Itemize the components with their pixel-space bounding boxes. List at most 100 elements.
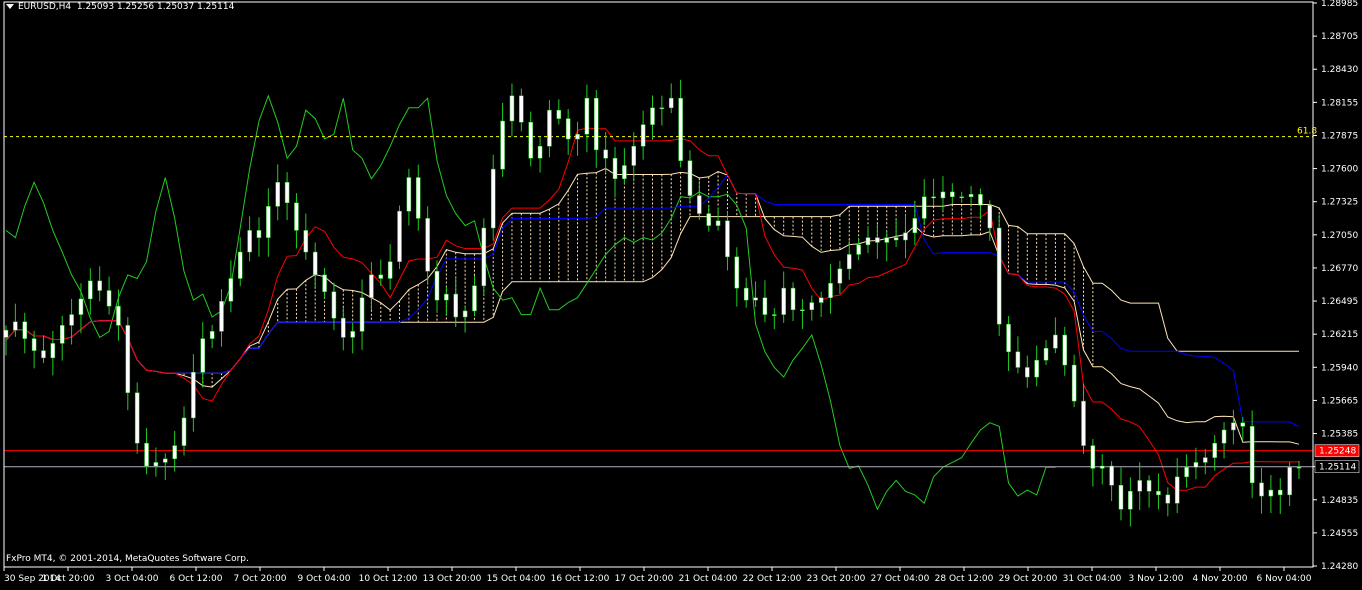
candle-body [987,204,993,229]
x-tick-label: 15 Oct 04:00 [487,574,546,584]
candle-body [697,195,702,214]
candle-body [275,182,280,207]
candle-body [350,331,355,338]
candle-body [837,268,843,284]
candle-body [387,261,393,279]
candle-body [640,124,646,147]
candle-body [1034,359,1039,378]
candle-body [237,251,243,279]
x-tick-label: 6 Oct 12:00 [170,574,223,584]
symbol-label: EURUSD,H4 [18,2,72,12]
candle-body [790,287,796,310]
candle-body [912,218,918,234]
symbol-header: EURUSD,H4 1.25093 1.25256 1.25037 1.2511… [6,2,234,12]
x-tick-label: 3 Nov 12:00 [1129,574,1184,584]
candle-body [509,95,515,122]
x-tick-label: 6 Nov 04:00 [1257,574,1312,584]
candle-body [818,297,824,303]
candle-body [266,206,271,238]
candle-body [1268,489,1274,497]
y-tick-label: 1.28155 [1321,98,1358,108]
candle-body [331,291,337,319]
candle-body [847,254,852,270]
candle-body [303,230,309,253]
candle-body [247,230,252,253]
candle-body [78,298,84,315]
candle-body [31,338,37,351]
candle-body [865,237,871,246]
candle-body [622,165,627,179]
candle-body [1296,466,1302,469]
candle-body [359,297,365,332]
price-chart[interactable]: 61.8 1.28985 1.28705 1.28430 1.28155 1.27875… [0,0,1362,586]
current-price-label: 1.25114 [1319,463,1356,473]
y-tick-label: 1.28430 [1321,65,1358,75]
candle-body [940,191,946,199]
candle-body [22,321,27,339]
candle-body [1015,351,1021,368]
candle-body [1259,482,1264,497]
candle-body [1203,457,1208,463]
candle-body [50,343,56,359]
candle-body [41,350,46,359]
candle-body [743,287,749,301]
candle-body [959,196,964,198]
candle-body [116,305,121,326]
candle-body [556,109,562,119]
candle-body [753,297,758,301]
candle-body [537,146,543,159]
candle-body [1006,323,1011,353]
candle-body [59,325,65,344]
candle-body [378,274,384,279]
candle-body [322,274,327,292]
y-tick-label: 1.26770 [1321,264,1358,274]
x-tick-label: 21 Oct 04:00 [679,574,738,584]
candle-body [1174,476,1180,504]
candle-body [1249,426,1255,484]
senkou-span-a [5,167,1300,445]
x-tick-label: 22 Oct 12:00 [743,574,802,584]
candle-body [978,194,983,206]
candle-body [1025,367,1030,378]
candle-body [3,329,9,338]
candle-body [950,191,955,197]
candle-body [528,121,533,159]
y-tick-label: 1.24280 [1321,562,1358,572]
candle-body [893,237,899,241]
candle-body [1184,466,1189,478]
tenkan-sen-line [5,127,1299,491]
x-tick-label: 23 Oct 20:00 [807,574,866,584]
candle-body [565,118,571,140]
candle-body [1221,429,1227,444]
senkou-span-b [5,204,1299,374]
dropdown-triangle-icon[interactable] [6,4,14,9]
x-tick-label: 17 Oct 20:00 [615,574,674,584]
y-tick-label: 1.27600 [1321,165,1358,175]
candle-body [125,325,131,393]
candle-body [294,202,299,231]
chart-window[interactable]: 61.8 1.28985 1.28705 1.28430 1.28155 1.27875… [0,0,1362,586]
plot-frame [3,1,1314,568]
x-tick-label: 28 Oct 12:00 [935,574,994,584]
candle-body [219,301,224,332]
candles [3,79,1302,527]
x-tick-label: 31 Oct 04:00 [1063,574,1122,584]
candle-body [1193,462,1199,468]
candle-body [1109,465,1114,486]
candle-body [809,302,815,310]
candle-body [800,309,805,311]
candle-body [1240,422,1246,427]
x-tick-label: 3 Oct 04:00 [106,574,159,584]
candle-body [1090,445,1096,469]
candle-body [594,97,599,151]
candle-body [106,290,112,307]
candle-body [659,107,665,110]
candle-body [256,230,262,238]
candle-body [884,237,889,243]
candle-body [781,287,786,315]
candle-body [490,168,496,229]
candle-body [668,97,674,109]
candle-body [931,196,936,199]
x-tick-label: 9 Oct 04:00 [298,574,351,584]
candle-body [1146,480,1152,492]
